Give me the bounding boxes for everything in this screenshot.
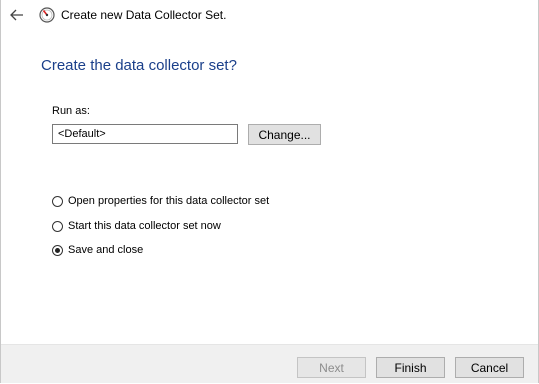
page-heading: Create the data collector set?: [41, 57, 237, 74]
radio-label: Save and close: [68, 244, 144, 256]
arrow-left-icon: [10, 9, 23, 21]
cancel-button[interactable]: Cancel: [455, 357, 524, 378]
run-as-label: Run as:: [52, 105, 90, 117]
wizard-footer: Next Finish Cancel: [1, 344, 538, 383]
next-button[interactable]: Next: [297, 357, 366, 378]
radio-save-and-close[interactable]: Save and close: [52, 242, 143, 258]
radio-button[interactable]: [52, 244, 63, 256]
window-title: Create new Data Collector Set.: [61, 8, 227, 22]
finish-button[interactable]: Finish: [376, 357, 445, 378]
radio-label: Open properties for this data collector …: [68, 195, 270, 207]
radio-button[interactable]: [52, 195, 63, 207]
change-button[interactable]: Change...: [248, 124, 321, 145]
run-as-input[interactable]: <Default>: [52, 124, 238, 144]
radio-button[interactable]: [52, 220, 63, 232]
wizard-window: Create new Data Collector Set. Create th…: [0, 0, 539, 383]
performance-monitor-icon: [39, 7, 55, 23]
wizard-header: Create new Data Collector Set.: [1, 0, 538, 32]
radio-start-now[interactable]: Start this data collector set now: [52, 218, 221, 234]
radio-label: Start this data collector set now: [68, 220, 221, 232]
back-button[interactable]: [7, 5, 27, 25]
radio-open-properties[interactable]: Open properties for this data collector …: [52, 193, 269, 209]
